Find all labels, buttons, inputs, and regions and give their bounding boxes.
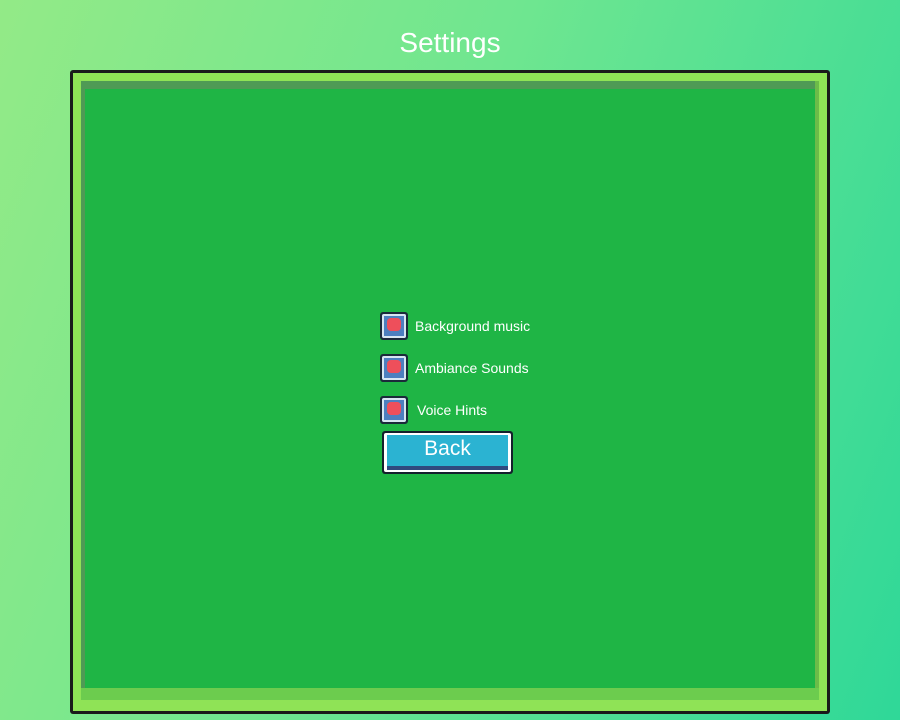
settings-panel	[70, 70, 830, 714]
panel-bottom-strip	[81, 688, 819, 700]
background-music-checkbox[interactable]	[380, 312, 408, 340]
back-button[interactable]: Back	[382, 431, 513, 474]
background-music-label: Background music	[415, 318, 531, 334]
option-ambiance-sounds[interactable]: Ambiance Sounds	[380, 354, 529, 382]
panel-top-shade	[81, 81, 819, 89]
settings-screen: { "screen": { "title": "Settings" }, "op…	[0, 0, 900, 720]
voice-hints-checkbox[interactable]	[380, 396, 408, 424]
button-shadow	[387, 466, 508, 470]
checked-mark-icon	[387, 360, 401, 373]
ambiance-sounds-label: Ambiance Sounds	[415, 360, 529, 376]
voice-hints-label: Voice Hints	[417, 402, 488, 418]
option-voice-hints[interactable]: Voice Hints	[380, 396, 487, 424]
option-background-music[interactable]: Background music	[380, 312, 530, 340]
ambiance-sounds-checkbox[interactable]	[380, 354, 408, 382]
panel-right-shade	[815, 81, 819, 700]
checked-mark-icon	[387, 318, 401, 331]
page-title: Settings	[399, 27, 501, 58]
checked-mark-icon	[387, 402, 401, 415]
back-button-label: Back	[424, 437, 471, 460]
panel-content-area	[85, 89, 815, 688]
